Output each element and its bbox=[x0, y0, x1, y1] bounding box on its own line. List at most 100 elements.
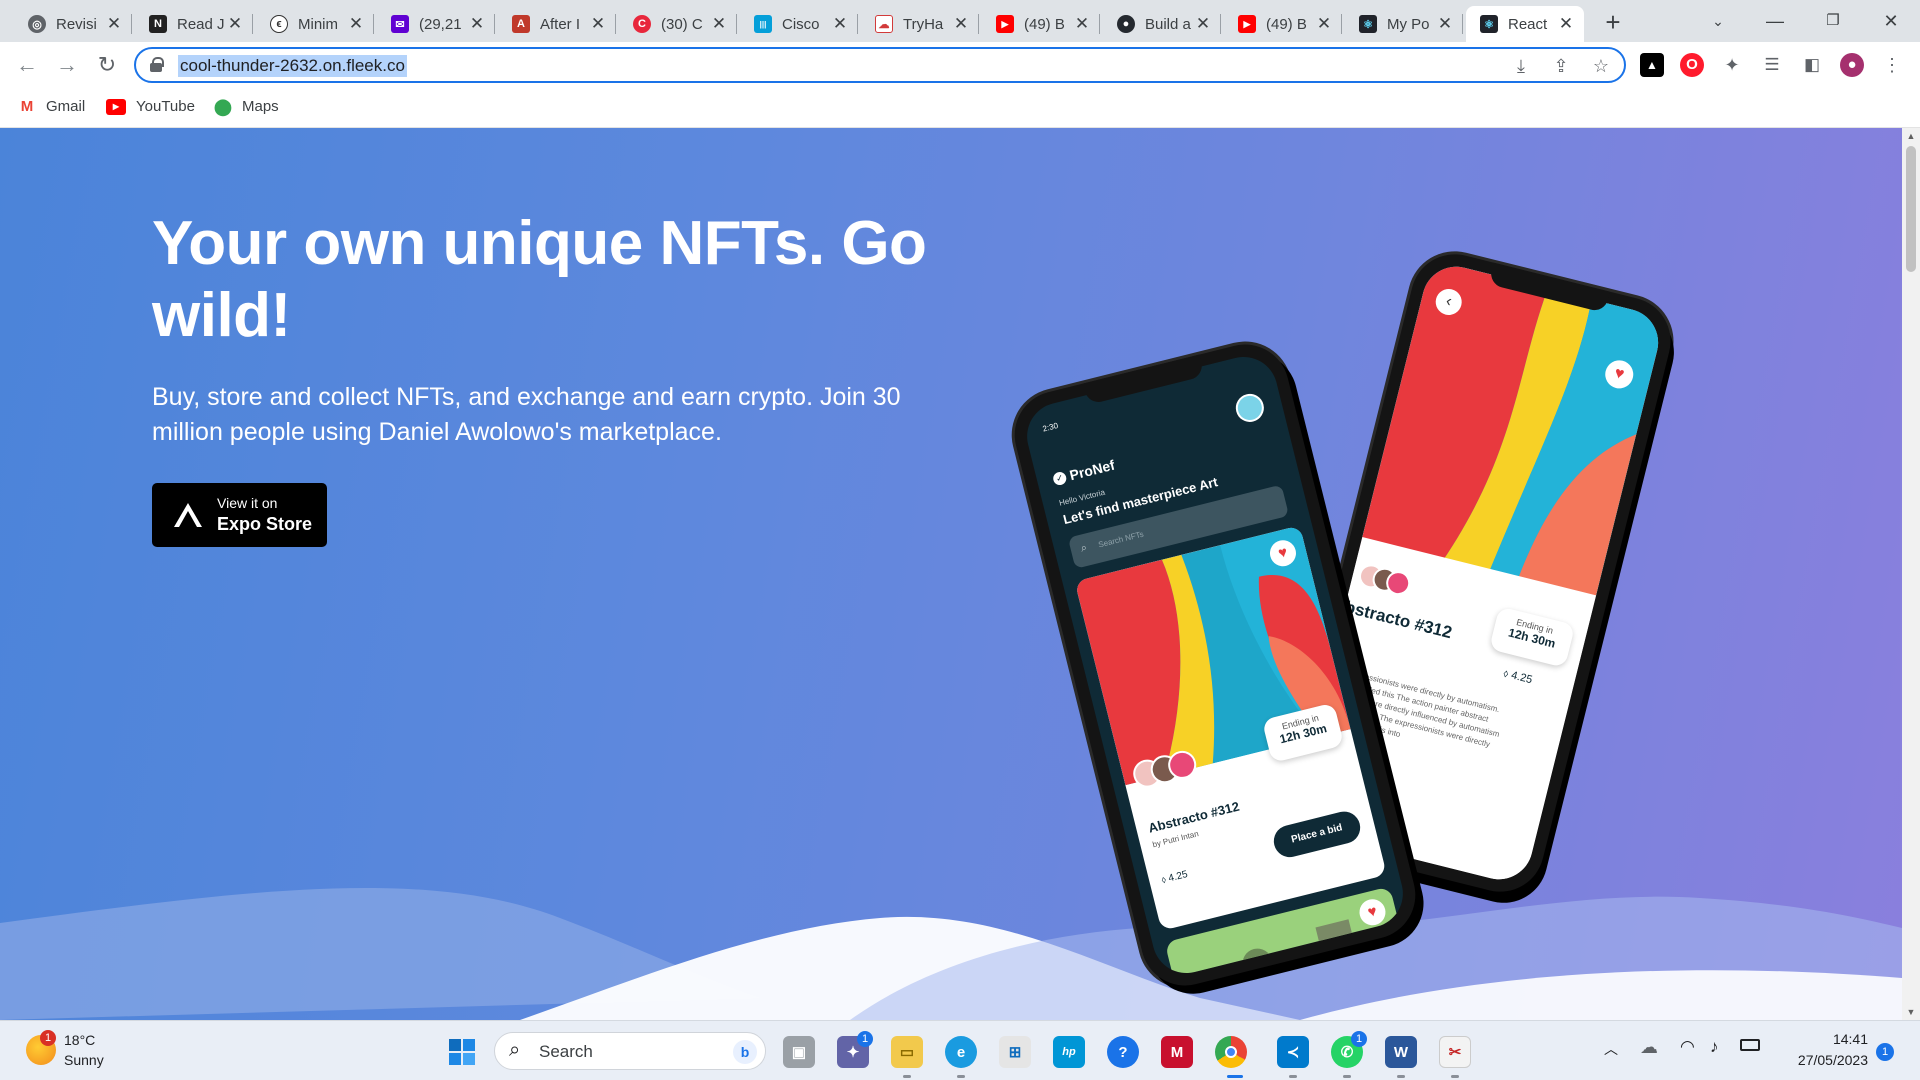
bookmark-gmail[interactable]: M Gmail bbox=[18, 98, 85, 115]
install-app-icon[interactable]: ⤓ bbox=[1510, 55, 1532, 77]
user-avatar[interactable] bbox=[1232, 390, 1267, 425]
tab-search-button[interactable]: ⌄ bbox=[1695, 6, 1741, 36]
react-icon: ⚛ bbox=[1480, 15, 1498, 33]
close-icon[interactable]: ✕ bbox=[346, 14, 366, 34]
close-icon[interactable]: ✕ bbox=[1072, 14, 1092, 34]
close-icon[interactable]: ✕ bbox=[588, 14, 608, 34]
close-icon[interactable]: ✕ bbox=[951, 14, 971, 34]
browser-tab[interactable]: C (30) C ✕ bbox=[619, 6, 737, 42]
reload-button[interactable]: ↻ bbox=[92, 50, 122, 80]
heart-icon[interactable]: ♥ bbox=[1356, 896, 1389, 929]
browser-tab[interactable]: ▶ (49) B ✕ bbox=[1224, 6, 1342, 42]
tab-label: (49) B bbox=[1266, 15, 1307, 33]
search-placeholder: Search NFTs bbox=[1097, 529, 1145, 550]
edge-icon[interactable]: e bbox=[945, 1036, 977, 1068]
browser-tab[interactable]: ◎ Revisi ✕ bbox=[14, 6, 132, 42]
scroll-down-icon[interactable]: ▼ bbox=[1906, 1007, 1916, 1017]
whatsapp-badge: 1 bbox=[1351, 1031, 1367, 1047]
browser-tab[interactable]: A After I ✕ bbox=[498, 6, 616, 42]
browser-tab[interactable]: ||| Cisco ✕ bbox=[740, 6, 858, 42]
taskbar-search-input[interactable]: ⌕ Search b bbox=[494, 1032, 766, 1070]
tab-label: TryHa bbox=[903, 15, 944, 33]
bing-icon[interactable]: b bbox=[733, 1040, 757, 1064]
close-icon[interactable]: ✕ bbox=[104, 14, 124, 34]
browser-tab[interactable]: ☁ TryHa ✕ bbox=[861, 6, 979, 42]
scroll-up-icon[interactable]: ▲ bbox=[1906, 131, 1916, 141]
running-indicator bbox=[1343, 1075, 1351, 1078]
close-icon[interactable]: ✕ bbox=[225, 14, 245, 34]
chrome-icon[interactable] bbox=[1215, 1036, 1247, 1068]
tab-label: Revisi bbox=[56, 15, 97, 33]
weather-desc[interactable]: Sunny bbox=[64, 1052, 104, 1068]
clock-date[interactable]: 27/05/2023 bbox=[1768, 1052, 1868, 1068]
page-scrollbar[interactable]: ▲ ▼ bbox=[1902, 128, 1920, 1020]
browser-tab[interactable]: ▶ (49) B ✕ bbox=[982, 6, 1100, 42]
side-panel-icon[interactable]: ◧ bbox=[1800, 53, 1824, 77]
notification-badge[interactable]: 1 bbox=[1876, 1043, 1894, 1061]
bookmark-youtube[interactable]: ▶ YouTube bbox=[106, 98, 195, 115]
media-controls-icon[interactable]: ☰ bbox=[1760, 53, 1784, 77]
myhp-icon[interactable]: hp bbox=[1053, 1036, 1085, 1068]
address-bar[interactable]: cool-thunder-2632.on.fleek.co ⤓ ⇪ ☆ bbox=[134, 47, 1626, 83]
new-tab-button[interactable]: + bbox=[1598, 8, 1628, 38]
browser-tab[interactable]: ● Build a ✕ bbox=[1103, 6, 1221, 42]
onedrive-cloud-icon[interactable]: ☁ bbox=[1640, 1037, 1658, 1058]
volume-icon[interactable]: ♪ bbox=[1710, 1037, 1719, 1057]
browser-tab[interactable]: ✉ (29,21 ✕ bbox=[377, 6, 495, 42]
close-window-button[interactable]: ✕ bbox=[1868, 6, 1914, 36]
browser-tab[interactable]: ϵ Minim ✕ bbox=[256, 6, 374, 42]
search-label: Search bbox=[539, 1042, 593, 1061]
maps-pin-icon: ⬤ bbox=[214, 98, 232, 116]
file-explorer-icon[interactable]: ▭ bbox=[891, 1036, 923, 1068]
snipping-tool-icon[interactable]: ✂ bbox=[1439, 1036, 1471, 1068]
back-button[interactable]: ← bbox=[12, 50, 42, 80]
cisco-icon: ||| bbox=[754, 15, 772, 33]
minimize-button[interactable]: — bbox=[1752, 6, 1798, 36]
share-icon[interactable]: ⇪ bbox=[1550, 55, 1572, 77]
extension-triangle-icon[interactable]: ▲ bbox=[1640, 53, 1664, 77]
check-icon: ✓ bbox=[1051, 470, 1068, 486]
youtube-icon: ▶ bbox=[106, 98, 126, 115]
tryhackme-icon: ☁ bbox=[875, 15, 893, 33]
browser-tab[interactable]: N Read J ✕ bbox=[135, 6, 253, 42]
help-icon[interactable]: ? bbox=[1107, 1036, 1139, 1068]
opera-icon[interactable]: O bbox=[1680, 53, 1704, 77]
ms-store-icon[interactable]: ⊞ bbox=[999, 1036, 1031, 1068]
close-icon[interactable]: ✕ bbox=[1435, 14, 1455, 34]
extensions-puzzle-icon[interactable]: ✦ bbox=[1720, 53, 1744, 77]
battery-icon[interactable] bbox=[1740, 1039, 1760, 1051]
menu-kebab-icon[interactable]: ⋮ bbox=[1880, 53, 1904, 77]
task-view-icon[interactable]: ▣ bbox=[783, 1036, 815, 1068]
close-icon[interactable]: ✕ bbox=[709, 14, 729, 34]
mcafee-icon[interactable]: M bbox=[1161, 1036, 1193, 1068]
browser-tab[interactable]: ⚛ My Po ✕ bbox=[1345, 6, 1463, 42]
close-icon[interactable]: ✕ bbox=[1556, 14, 1576, 34]
bookmark-star-icon[interactable]: ☆ bbox=[1590, 55, 1612, 77]
clock-time[interactable]: 14:41 bbox=[1788, 1031, 1868, 1047]
profile-avatar-icon[interactable]: ● bbox=[1840, 53, 1864, 77]
word-icon[interactable]: W bbox=[1385, 1036, 1417, 1068]
close-icon[interactable]: ✕ bbox=[830, 14, 850, 34]
search-icon: ⌕ bbox=[509, 1039, 521, 1061]
url-text[interactable]: cool-thunder-2632.on.fleek.co bbox=[178, 55, 407, 77]
bookmark-maps[interactable]: ⬤ Maps bbox=[214, 98, 279, 116]
show-hidden-icons[interactable]: ︿ bbox=[1604, 1039, 1618, 1059]
close-icon[interactable]: ✕ bbox=[1193, 14, 1213, 34]
expo-store-button[interactable]: View it on Expo Store bbox=[152, 483, 327, 547]
browser-tab-active[interactable]: ⚛ React ✕ bbox=[1466, 6, 1584, 42]
close-icon[interactable]: ✕ bbox=[1314, 14, 1334, 34]
vscode-icon[interactable]: ≺ bbox=[1277, 1036, 1309, 1068]
github-icon: ● bbox=[1117, 15, 1135, 33]
close-icon[interactable]: ✕ bbox=[467, 14, 487, 34]
restore-button[interactable]: ❐ bbox=[1810, 6, 1856, 36]
wifi-icon[interactable]: ◠ bbox=[1680, 1037, 1695, 1057]
windows-start-icon[interactable] bbox=[446, 1036, 478, 1068]
hero-title: Your own unique NFTs. Go wild! bbox=[152, 209, 927, 350]
lock-icon[interactable] bbox=[150, 57, 164, 72]
weather-temp[interactable]: 18°C bbox=[64, 1032, 95, 1048]
forward-button[interactable]: → bbox=[52, 50, 82, 80]
place-bid-button[interactable]: Place a bid bbox=[1270, 808, 1364, 861]
app-brand: ✓ ProNef bbox=[1051, 457, 1116, 488]
scrollbar-thumb[interactable] bbox=[1906, 146, 1916, 272]
hero-subtitle: Buy, store and collect NFTs, and exchang… bbox=[152, 383, 901, 446]
